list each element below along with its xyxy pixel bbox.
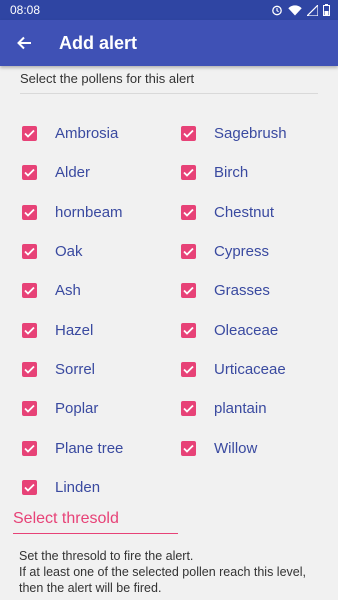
checkbox-checked-icon (22, 479, 37, 495)
pollen-instructions: Select the pollens for this alert (20, 71, 195, 86)
checkbox-pollen[interactable]: Linden (22, 475, 100, 499)
checkbox-label: Ambrosia (55, 124, 119, 142)
checkbox-pollen[interactable]: Urticaceae (181, 357, 286, 381)
checkbox-label: Cypress (214, 242, 270, 260)
checkbox-label: Plane tree (55, 439, 124, 457)
checkbox-label: Alder (55, 163, 91, 181)
checkbox-label: Birch (214, 163, 249, 181)
checkbox-pollen[interactable]: Oak (22, 239, 83, 263)
checkbox-checked-icon (181, 400, 196, 416)
checkbox-pollen[interactable]: Birch (181, 160, 248, 184)
checkbox-checked-icon (22, 282, 37, 298)
checkbox-label: plantain (214, 399, 267, 417)
status-icons (271, 4, 330, 16)
checkbox-checked-icon (22, 204, 37, 220)
checkbox-label: Willow (214, 439, 258, 457)
checkbox-pollen[interactable]: Willow (181, 436, 257, 460)
threshold-select-label: Select thresold (13, 510, 119, 527)
checkbox-label: Oak (55, 242, 83, 260)
checkbox-pollen[interactable]: hornbeam (22, 200, 123, 224)
checkbox-label: Oleaceae (214, 321, 279, 339)
checkbox-checked-icon (181, 322, 196, 338)
checkbox-pollen[interactable]: Ash (22, 278, 81, 302)
status-time: 08:08 (10, 3, 41, 17)
checkbox-checked-icon (22, 125, 37, 141)
checkbox-label: Sagebrush (214, 124, 287, 142)
checkbox-checked-icon (22, 440, 37, 456)
wifi-icon (288, 4, 302, 15)
checkbox-pollen[interactable]: plantain (181, 396, 267, 420)
checkbox-checked-icon (181, 361, 196, 377)
pollen-checkbox-grid: Ambrosia Sagebrush Alder Birch hornbeam … (0, 94, 338, 496)
checkbox-pollen[interactable]: Alder (22, 160, 90, 184)
checkbox-pollen[interactable]: Ambrosia (22, 121, 118, 145)
checkbox-label: Sorrel (55, 360, 96, 378)
checkbox-pollen[interactable]: Grasses (181, 278, 270, 302)
status-bar: 08:08 (0, 0, 338, 20)
checkbox-pollen[interactable]: Plane tree (22, 436, 123, 460)
checkbox-checked-icon (181, 440, 196, 456)
checkbox-label: Urticaceae (214, 360, 286, 378)
checkbox-checked-icon (181, 164, 196, 180)
threshold-description: Set the thresold to fire the alert. If a… (19, 548, 328, 596)
checkbox-checked-icon (181, 282, 196, 298)
checkbox-pollen[interactable]: Cypress (181, 239, 269, 263)
checkbox-checked-icon (22, 361, 37, 377)
alarm-icon (272, 5, 282, 16)
checkbox-checked-icon (22, 164, 37, 180)
back-button[interactable] (12, 31, 36, 55)
checkbox-pollen[interactable]: Sorrel (22, 357, 95, 381)
checkbox-label: hornbeam (55, 203, 123, 221)
checkbox-checked-icon (22, 322, 37, 338)
checkbox-pollen[interactable]: Sagebrush (181, 121, 287, 145)
checkbox-pollen[interactable]: Hazel (22, 318, 93, 342)
checkbox-label: Poplar (55, 399, 99, 417)
checkbox-label: Hazel (55, 321, 94, 339)
checkbox-checked-icon (22, 243, 37, 259)
checkbox-checked-icon (181, 125, 196, 141)
app-bar: Add alert (0, 20, 338, 66)
checkbox-pollen[interactable]: Chestnut (181, 200, 274, 224)
checkbox-checked-icon (181, 204, 196, 220)
checkbox-pollen[interactable]: Poplar (22, 396, 98, 420)
checkbox-label: Grasses (214, 281, 270, 299)
checkbox-checked-icon (22, 400, 37, 416)
checkbox-label: Linden (55, 478, 101, 496)
checkbox-label: Ash (55, 281, 81, 299)
arrow-back-icon (17, 36, 31, 50)
checkbox-pollen[interactable]: Oleaceae (181, 318, 278, 342)
battery-icon (323, 4, 330, 16)
threshold-select[interactable]: Select thresold (13, 508, 178, 534)
signal-icon (307, 4, 318, 16)
checkbox-label: Chestnut (214, 203, 275, 221)
description-line-2: If at least one of the selected pollen r… (19, 565, 306, 595)
checkbox-checked-icon (181, 243, 196, 259)
page-title: Add alert (59, 32, 138, 53)
description-line-1: Set the thresold to fire the alert. (19, 549, 194, 563)
